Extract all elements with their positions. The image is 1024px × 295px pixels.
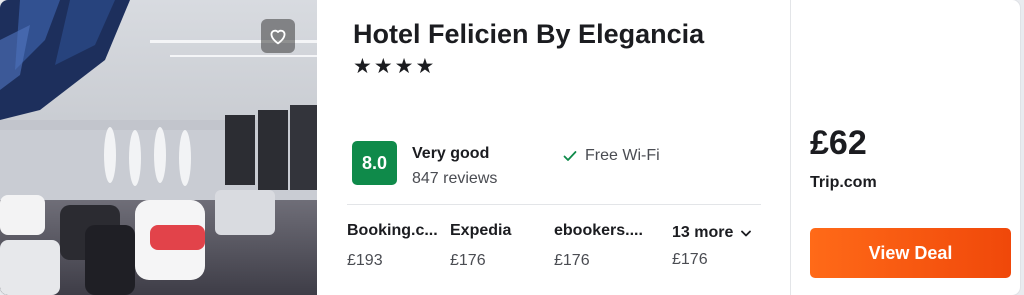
provider-price: £193 (347, 252, 383, 269)
hotel-card[interactable]: Hotel Felicien By Elegancia ★★★★ 8.0 Ver… (0, 0, 1020, 295)
best-provider: Trip.com (810, 174, 877, 191)
review-count: 847 reviews (412, 170, 498, 187)
star-rating: ★★★★ (353, 55, 437, 78)
provider-price: £176 (450, 252, 486, 269)
provider-price: £176 (672, 251, 708, 268)
amenity-wifi: Free Wi-Fi (563, 147, 660, 165)
hotel-info: Hotel Felicien By Elegancia ★★★★ 8.0 Ver… (317, 0, 790, 295)
provider-option[interactable]: ebookers.... £176 (554, 222, 643, 270)
favorite-button[interactable] (261, 19, 295, 53)
provider-price: £176 (554, 252, 590, 269)
best-price: £62 (810, 124, 867, 162)
review-score-badge: 8.0 (352, 141, 397, 185)
divider (347, 204, 761, 205)
provider-option[interactable]: Booking.c... £193 (347, 222, 438, 270)
provider-name: Expedia (450, 222, 512, 239)
rating-label: Very good (412, 145, 490, 162)
provider-name: ebookers.... (554, 222, 643, 239)
more-providers-button[interactable]: 13 more £176 (672, 224, 752, 269)
hotel-photo[interactable] (0, 0, 317, 295)
view-deal-button[interactable]: View Deal (810, 228, 1011, 278)
amenity-label: Free Wi-Fi (585, 147, 660, 164)
check-icon (563, 151, 577, 161)
provider-option[interactable]: Expedia £176 (450, 222, 511, 270)
hotel-name[interactable]: Hotel Felicien By Elegancia (353, 19, 704, 50)
heart-icon (270, 29, 286, 45)
chevron-down-icon (741, 230, 752, 236)
best-deal-panel: £62 Trip.com View Deal (790, 0, 1020, 295)
more-providers-label: 13 more (672, 224, 734, 241)
provider-name: Booking.c... (347, 222, 438, 239)
